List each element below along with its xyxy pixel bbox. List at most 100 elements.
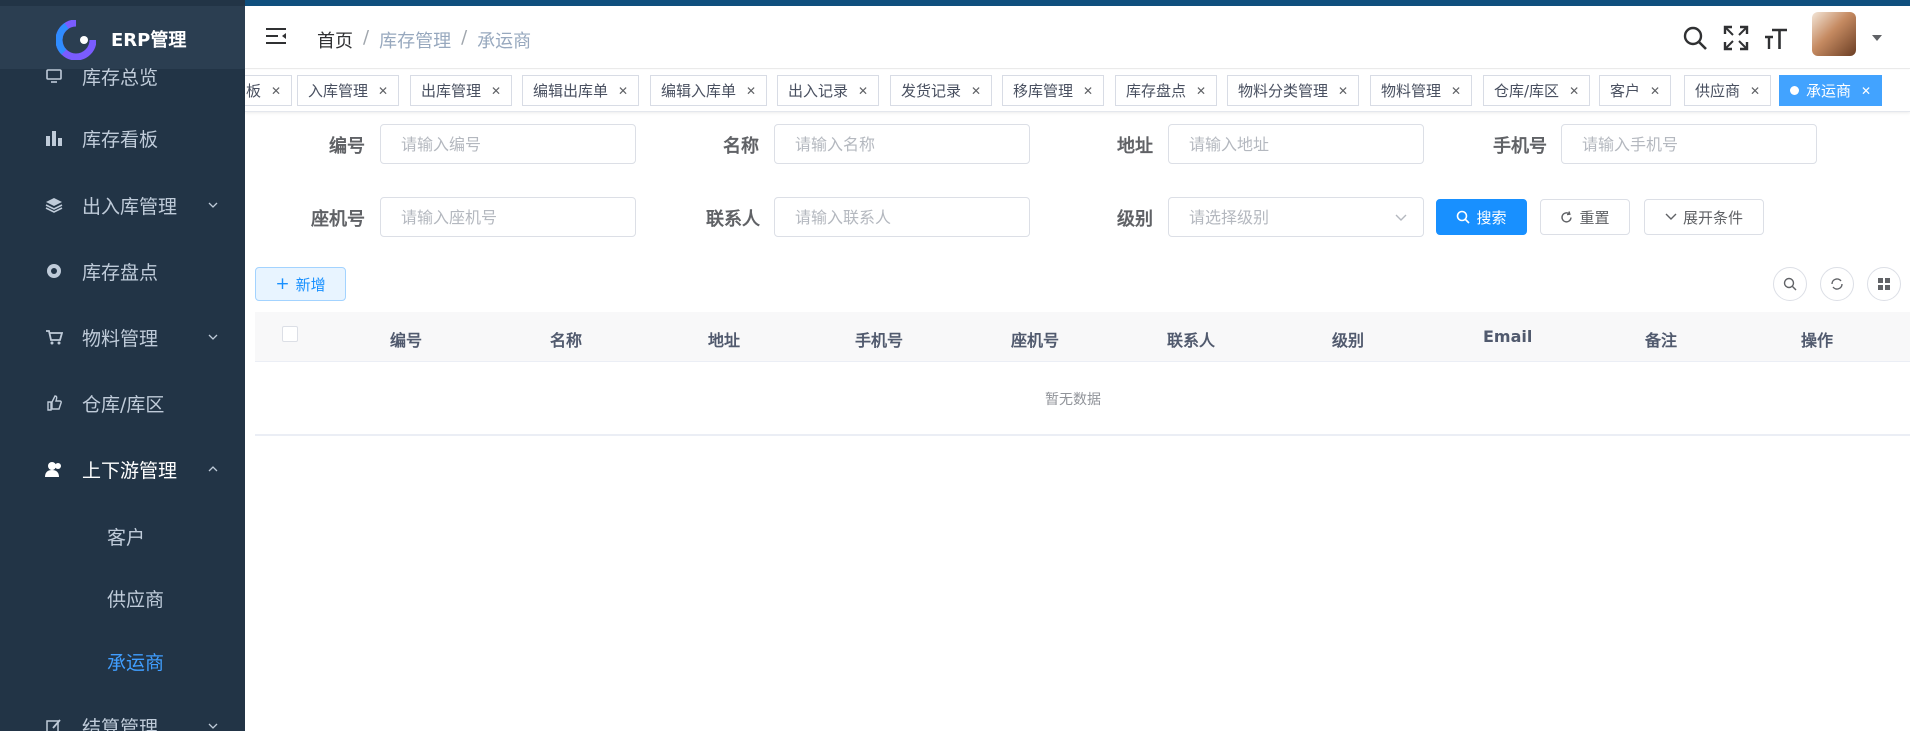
close-icon[interactable]: ✕: [746, 84, 756, 98]
close-icon[interactable]: ✕: [378, 84, 388, 98]
tag-label: 物料分类管理: [1238, 82, 1329, 100]
breadcrumb: 首页 / 库存管理 / 承运商: [317, 27, 531, 53]
tag-item[interactable]: 客户 ✕: [1599, 75, 1672, 106]
address-label: 地址: [1117, 136, 1153, 157]
expand-button-label: 展开条件: [1682, 208, 1743, 227]
chevron-down-icon: [1665, 213, 1677, 220]
code-input[interactable]: [380, 124, 636, 164]
close-icon[interactable]: ✕: [1451, 84, 1461, 98]
close-icon[interactable]: ✕: [858, 84, 868, 98]
column-header: 名称: [550, 331, 583, 350]
close-icon[interactable]: ✕: [1650, 84, 1660, 98]
chevron-down-icon[interactable]: [1395, 214, 1407, 222]
close-icon[interactable]: ✕: [1338, 84, 1348, 98]
sidebar-item-inventory-overview[interactable]: 库存总览: [0, 44, 245, 108]
tag-item[interactable]: 仓库/库区 ✕: [1483, 75, 1591, 106]
tag-item[interactable]: 出库管理 ✕: [410, 75, 513, 106]
tag-item[interactable]: 入库管理 ✕: [297, 75, 400, 106]
close-icon[interactable]: ✕: [1861, 84, 1871, 98]
caret-down-icon[interactable]: [1872, 35, 1882, 41]
breadcrumb-home[interactable]: 首页: [317, 27, 353, 53]
chevron-up-icon: [208, 466, 218, 472]
tags-view: 板 ✕ 入库管理 ✕ 出库管理 ✕ 编辑出库单 ✕ 编辑入库单 ✕ 出入记录 ✕ 发货记录 ✕…: [245, 70, 1910, 112]
close-icon[interactable]: ✕: [1569, 84, 1579, 98]
reset-button[interactable]: 重置: [1540, 199, 1630, 235]
sidebar-item-label: 上下游管理: [82, 459, 178, 482]
tag-label: 入库管理: [308, 82, 369, 100]
refresh-button[interactable]: [1820, 267, 1854, 301]
chevron-down-icon: [208, 334, 218, 340]
close-icon[interactable]: ✕: [271, 84, 281, 98]
tag-item[interactable]: 移库管理 ✕: [1002, 75, 1105, 106]
expand-conditions-button[interactable]: 展开条件: [1644, 199, 1764, 235]
close-icon[interactable]: ✕: [1750, 84, 1760, 98]
menu-fold-icon[interactable]: [265, 26, 287, 46]
breadcrumb-level1: 库存管理: [379, 31, 452, 52]
select-all-checkbox[interactable]: [282, 326, 298, 342]
sidebar-item-carrier[interactable]: 承运商: [0, 629, 245, 693]
close-icon[interactable]: ✕: [491, 84, 501, 98]
sidebar-item-material-management[interactable]: 物料管理: [0, 305, 245, 369]
tag-item[interactable]: 物料分类管理 ✕: [1227, 75, 1360, 106]
tag-item[interactable]: 编辑入库单 ✕: [650, 75, 768, 106]
search-button-label: 搜索: [1476, 208, 1507, 227]
name-input[interactable]: [774, 124, 1030, 164]
add-button[interactable]: + 新增: [255, 267, 346, 301]
tag-label: 出库管理: [421, 82, 482, 100]
sidebar-item-label: 承运商: [107, 651, 165, 674]
address-input[interactable]: [1168, 124, 1424, 164]
tag-item[interactable]: 发货记录 ✕: [890, 75, 993, 106]
column-header: 座机号: [1011, 331, 1060, 350]
sidebar-item-upstream-downstream[interactable]: 上下游管理: [0, 437, 245, 501]
tag-item[interactable]: 库存盘点 ✕: [1115, 75, 1218, 106]
tag-label: 板: [246, 82, 262, 100]
phone-label: 座机号: [311, 209, 365, 230]
tag-item[interactable]: 板 ✕: [245, 75, 293, 106]
tag-item[interactable]: 出入记录 ✕: [777, 75, 880, 106]
tag-label: 移库管理: [1013, 82, 1074, 100]
tag-label: 编辑入库单: [661, 82, 737, 100]
search-icon[interactable]: [1682, 25, 1708, 51]
sidebar-item-settlement[interactable]: 结算管理: [0, 694, 245, 731]
tag-label: 物料管理: [1381, 82, 1442, 100]
name-label: 名称: [723, 136, 759, 157]
sidebar-item-inventory-board[interactable]: 库存看板: [0, 106, 245, 170]
tag-item[interactable]: 供应商 ✕: [1684, 75, 1772, 106]
sidebar-item-warehouse[interactable]: 仓库/库区: [0, 371, 245, 435]
plus-icon: +: [275, 274, 290, 294]
tag-label: 发货记录: [901, 82, 962, 100]
column-header: 地址: [708, 331, 741, 350]
reset-button-label: 重置: [1579, 208, 1610, 227]
mobile-input[interactable]: [1561, 124, 1817, 164]
navbar: 首页 / 库存管理 / 承运商: [245, 6, 1910, 69]
tag-item[interactable]: 物料管理 ✕: [1370, 75, 1473, 106]
close-icon[interactable]: ✕: [1083, 84, 1093, 98]
tag-item-active[interactable]: 承运商 ✕: [1779, 75, 1883, 106]
search-icon: [1783, 277, 1797, 291]
search-icon: [1457, 210, 1471, 224]
close-icon[interactable]: ✕: [618, 84, 628, 98]
toggle-search-button[interactable]: [1773, 267, 1807, 301]
close-icon[interactable]: ✕: [1196, 84, 1206, 98]
avatar[interactable]: [1812, 12, 1856, 56]
sidebar-item-label: 客户: [107, 526, 146, 549]
column-header: 级别: [1332, 331, 1365, 350]
sidebar-item-label: 库存看板: [82, 128, 159, 151]
contact-input[interactable]: [774, 197, 1030, 237]
phone-input[interactable]: [380, 197, 636, 237]
fullscreen-icon[interactable]: [1723, 25, 1749, 51]
sidebar-item-customer[interactable]: 客户: [0, 504, 245, 568]
sidebar-item-stocktaking[interactable]: 库存盘点: [0, 239, 245, 303]
thumb-icon: [44, 393, 64, 413]
sidebar-item-label: 库存总览: [82, 66, 159, 89]
level-select[interactable]: [1168, 197, 1424, 237]
close-icon[interactable]: ✕: [971, 84, 981, 98]
empty-state-text: 暂无数据: [1045, 392, 1101, 408]
search-button[interactable]: 搜索: [1436, 199, 1527, 235]
sidebar-item-label: 物料管理: [82, 327, 159, 350]
sidebar-item-supplier[interactable]: 供应商: [0, 566, 245, 630]
columns-button[interactable]: [1867, 267, 1901, 301]
sidebar-item-inout-management[interactable]: 出入库管理: [0, 173, 245, 237]
tag-item[interactable]: 编辑出库单 ✕: [522, 75, 640, 106]
font-size-icon[interactable]: [1763, 25, 1789, 51]
